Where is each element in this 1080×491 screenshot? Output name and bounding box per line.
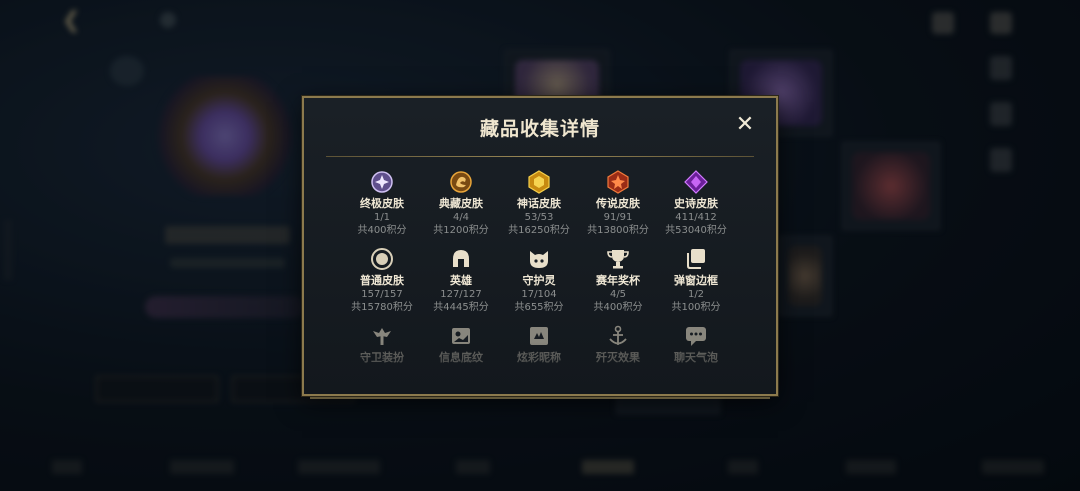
mythic-skin-icon [526, 170, 552, 194]
item-points: 共1200积分 [433, 225, 489, 236]
item-name: 守卫装扮 [360, 351, 404, 364]
item-name: 赛年奖杯 [596, 274, 640, 287]
item-count: 4/4 [452, 212, 470, 223]
item-name: 聊天气泡 [674, 351, 718, 364]
ace-effect-icon [605, 324, 631, 348]
item-points: 共4445积分 [433, 302, 489, 313]
item-points: 共400积分 [593, 302, 643, 313]
item-name: 炫彩昵称 [517, 351, 561, 364]
chroma-nickname-icon [526, 324, 552, 348]
collection-row: 终极皮肤 1/1 共400积分 典藏皮肤 4/4 共1200积分 神话皮肤 53… [344, 170, 736, 240]
item-points: 共15780积分 [351, 302, 413, 313]
collection-item-epic-skin[interactable]: 史诗皮肤 411/412 共53040积分 [658, 170, 734, 240]
season-trophy-icon [605, 247, 631, 271]
item-count: 1/2 [687, 289, 705, 300]
info-pattern-icon [448, 324, 474, 348]
ultimate-skin-icon [369, 170, 395, 194]
collection-item-legendary-skin[interactable]: 传说皮肤 91/91 共13800积分 [580, 170, 656, 240]
collection-item-standard-skin[interactable]: 普通皮肤 157/157 共15780积分 [344, 247, 420, 317]
item-count: 17/104 [521, 289, 557, 300]
item-count: 411/412 [675, 212, 717, 223]
champion-helmet-icon [448, 247, 474, 271]
item-points: 共655积分 [514, 302, 564, 313]
item-points: 共400积分 [357, 225, 407, 236]
collection-item-champion[interactable]: 英雄 127/127 共4445积分 [423, 247, 499, 317]
title-divider [326, 156, 754, 157]
item-name: 英雄 [450, 274, 472, 287]
collection-item-mythic-skin[interactable]: 神话皮肤 53/53 共16250积分 [501, 170, 577, 240]
item-points: 共100积分 [671, 302, 721, 313]
item-name: 典藏皮肤 [439, 197, 483, 210]
item-name: 弹窗边框 [674, 274, 718, 287]
collection-item-ace-effect[interactable]: 歼灭效果 [580, 324, 656, 394]
collection-item-prestige-skin[interactable]: 典藏皮肤 4/4 共1200积分 [423, 170, 499, 240]
collection-item-chroma-nickname[interactable]: 炫彩昵称 [501, 324, 577, 394]
collection-row: 守卫装扮 信息底纹 炫彩昵称 歼灭效果 聊天气泡 [344, 324, 736, 394]
epic-skin-icon [683, 170, 709, 194]
item-name: 普通皮肤 [360, 274, 404, 287]
item-points: 共16250积分 [508, 225, 570, 236]
close-button[interactable]: ✕ [734, 114, 756, 136]
item-name: 传说皮肤 [596, 197, 640, 210]
item-count: 53/53 [524, 212, 554, 223]
item-points: 共13800积分 [587, 225, 649, 236]
collection-item-chat-bubble[interactable]: 聊天气泡 [658, 324, 734, 394]
collection-item-popup-frame[interactable]: 弹窗边框 1/2 共100积分 [658, 247, 734, 317]
standard-skin-icon [369, 247, 395, 271]
item-count: 157/157 [361, 289, 403, 300]
dialog-title: 藏品收集详情 [479, 118, 600, 140]
item-count: 127/127 [440, 289, 482, 300]
item-name: 终极皮肤 [360, 197, 404, 210]
item-count: 1/1 [373, 212, 391, 223]
collection-details-dialog: 藏品收集详情 ✕ 终极皮肤 1/1 共400积分 典藏皮肤 4/4 共1200积… [302, 96, 778, 396]
ward-skin-icon [369, 324, 395, 348]
collection-item-ward-skin[interactable]: 守卫装扮 [344, 324, 420, 394]
item-name: 歼灭效果 [596, 351, 640, 364]
item-count: 4/5 [609, 289, 627, 300]
dialog-bottom-edge [310, 394, 770, 399]
item-count: 91/91 [603, 212, 633, 223]
legendary-skin-icon [605, 170, 631, 194]
prestige-skin-icon [448, 170, 474, 194]
popup-frame-icon [683, 247, 709, 271]
item-name: 史诗皮肤 [674, 197, 718, 210]
collection-row: 普通皮肤 157/157 共15780积分 英雄 127/127 共4445积分… [344, 247, 736, 317]
item-points: 共53040积分 [665, 225, 727, 236]
item-name: 守护灵 [522, 274, 556, 287]
guardian-pet-icon [526, 247, 552, 271]
chat-bubble-icon [683, 324, 709, 348]
item-name: 神话皮肤 [517, 197, 561, 210]
collection-item-info-pattern[interactable]: 信息底纹 [423, 324, 499, 394]
collection-item-guardian[interactable]: 守护灵 17/104 共655积分 [501, 247, 577, 317]
item-name: 信息底纹 [439, 351, 483, 364]
collection-item-season-trophy[interactable]: 赛年奖杯 4/5 共400积分 [580, 247, 656, 317]
collection-item-ultimate-skin[interactable]: 终极皮肤 1/1 共400积分 [344, 170, 420, 240]
